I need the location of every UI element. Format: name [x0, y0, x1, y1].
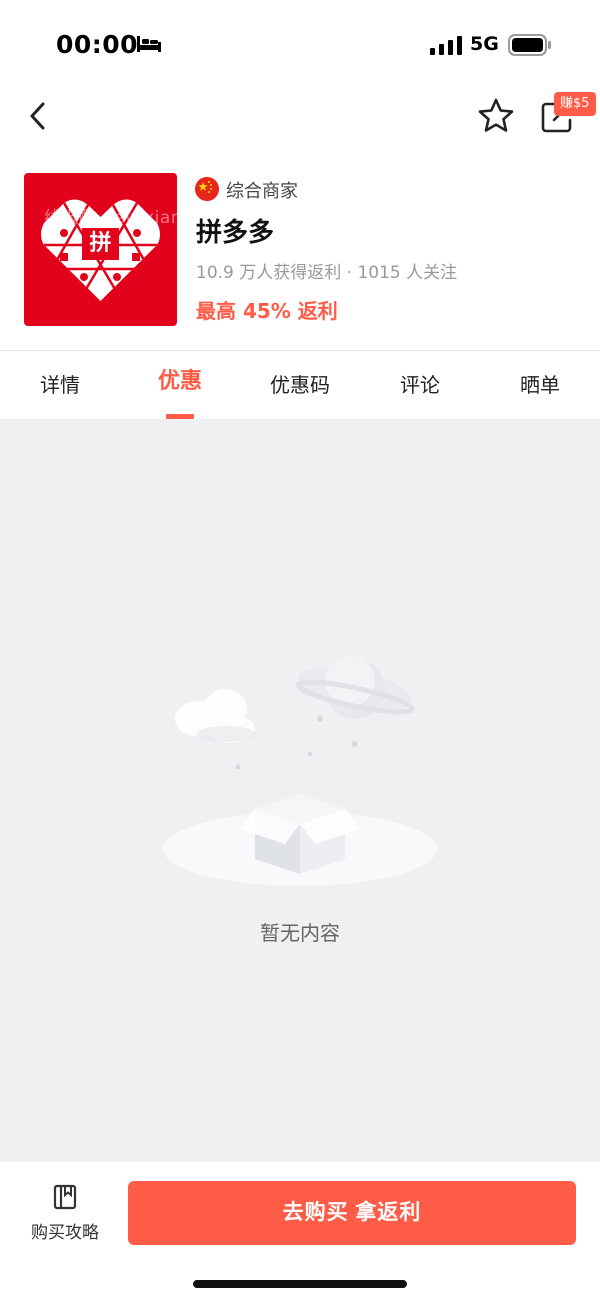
earn-reward-badge[interactable]: 赚$5: [554, 92, 596, 116]
store-name: 拼多多: [196, 218, 275, 248]
merchant-logo-text: 拼: [89, 231, 112, 256]
empty-state-text: 暂无内容: [260, 921, 340, 945]
status-bar: 00:00 5G: [0, 0, 600, 90]
empty-box-illustration: [160, 649, 440, 899]
tab-promo-codes[interactable]: 优惠码: [240, 351, 360, 419]
chevron-left-icon: [30, 102, 45, 130]
status-time: 00:00: [56, 30, 139, 59]
tab-shares[interactable]: 晒单: [480, 351, 600, 419]
content-area: 暂无内容: [0, 419, 600, 1162]
china-flag-icon: [195, 177, 219, 201]
purchase-guide-label: 购买攻略: [31, 1223, 99, 1243]
network-type: 5G: [470, 33, 499, 55]
home-indicator[interactable]: [193, 1280, 407, 1288]
bottom-action-bar: 购买攻略 去购买 拿返利: [0, 1162, 600, 1300]
buy-get-rebate-button[interactable]: 去购买 拿返利: [128, 1181, 576, 1245]
back-button[interactable]: [22, 96, 58, 136]
tab-deals[interactable]: 优惠: [120, 351, 240, 419]
max-rebate: 最高 45% 返利: [196, 299, 338, 323]
tab-details[interactable]: 详情: [0, 351, 120, 419]
cellular-signal-icon: [430, 35, 462, 59]
merchant-stats: 10.9 万人获得返利 · 1015 人关注: [196, 263, 458, 283]
battery-icon: [508, 34, 552, 60]
sleep-mode-icon: [136, 34, 162, 58]
merchant-type: 综合商家: [226, 181, 298, 202]
tab-bar: 详情 优惠 优惠码 评论 晒单: [0, 351, 600, 419]
tab-reviews[interactable]: 评论: [360, 351, 480, 419]
star-icon: [478, 98, 514, 132]
merchant-logo: 拼: [24, 173, 177, 326]
favorite-button[interactable]: [476, 96, 516, 136]
guide-book-icon: [53, 1184, 77, 1210]
purchase-guide-button[interactable]: 购买攻略: [20, 1184, 110, 1243]
